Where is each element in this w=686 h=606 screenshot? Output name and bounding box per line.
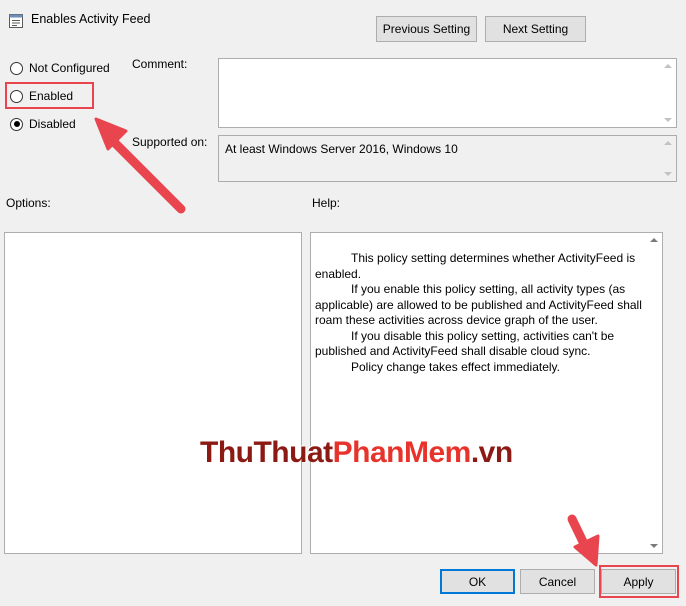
radio-not-configured-label: Not Configured: [29, 61, 110, 75]
supported-scrollbar[interactable]: [659, 136, 676, 181]
apply-highlight-box: [599, 565, 679, 598]
watermark-part-1: ThuThuat: [200, 436, 333, 469]
radio-not-configured[interactable]: Not Configured: [10, 61, 110, 75]
help-paragraph: If you disable this policy setting, acti…: [315, 328, 615, 359]
ok-button[interactable]: OK: [440, 569, 515, 594]
radio-disabled-label: Disabled: [29, 117, 76, 131]
options-label: Options:: [6, 196, 51, 210]
arrow-to-enabled-icon: [94, 117, 186, 214]
policy-settings-icon: [9, 14, 23, 28]
scroll-down-icon[interactable]: [663, 118, 672, 122]
help-paragraph: Policy change takes effect immediately.: [351, 359, 560, 374]
comment-label: Comment:: [132, 57, 188, 71]
help-paragraph: If you enable this policy setting, all a…: [315, 282, 642, 327]
watermark-part-2: PhanMem: [332, 436, 472, 469]
radio-disabled-indicator[interactable]: [10, 117, 23, 131]
help-scrollbar[interactable]: [645, 233, 662, 553]
help-label: Help:: [312, 196, 341, 210]
scroll-up-icon[interactable]: [663, 64, 672, 68]
supported-on-box: At least Windows Server 2016, Windows 10: [218, 135, 677, 182]
cancel-button[interactable]: Cancel: [520, 569, 595, 594]
watermark-logo: ThuThuatPhanMem.vn: [200, 436, 513, 470]
previous-setting-button[interactable]: Previous Setting: [376, 16, 477, 42]
watermark-part-3: .vn: [470, 436, 513, 469]
enabled-highlight-box: [5, 82, 94, 109]
help-text: This policy setting determines whether A…: [315, 251, 642, 375]
radio-not-configured-indicator[interactable]: [10, 61, 23, 75]
comment-textbox[interactable]: [218, 58, 677, 128]
comment-scrollbar[interactable]: [659, 59, 676, 127]
supported-on-value: At least Windows Server 2016, Windows 10: [225, 142, 458, 156]
scroll-up-icon[interactable]: [649, 238, 658, 242]
help-paragraph: This policy setting determines whether A…: [315, 251, 636, 281]
scroll-down-icon[interactable]: [663, 172, 672, 176]
help-panel: This policy setting determines whether A…: [310, 232, 663, 554]
options-panel: [4, 232, 302, 554]
scroll-down-icon[interactable]: [649, 544, 658, 548]
radio-disabled[interactable]: Disabled: [10, 117, 76, 131]
next-setting-button[interactable]: Next Setting: [485, 16, 586, 42]
supported-on-label: Supported on:: [132, 135, 208, 149]
window-title: Enables Activity Feed: [31, 12, 151, 26]
scroll-up-icon[interactable]: [663, 141, 672, 145]
